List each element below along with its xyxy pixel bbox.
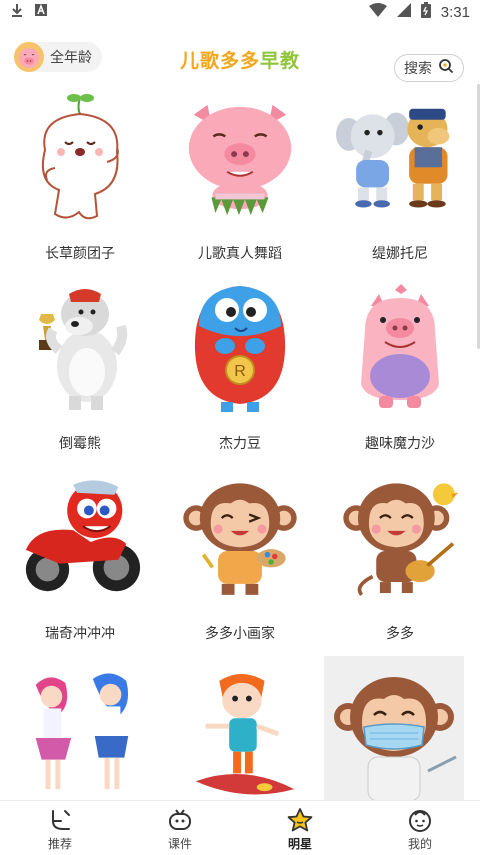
backkom-bear-character-image (16, 280, 144, 420)
brand-char: 教 (280, 50, 301, 72)
download-icon (10, 3, 24, 21)
ricky-motorbike-character-image (16, 470, 144, 610)
tab-label: 我的 (407, 837, 432, 851)
jelly-bean-character-image: R (176, 280, 304, 420)
character-card[interactable]: 倒霉熊 (0, 276, 160, 466)
recommend-icon (46, 807, 74, 833)
brand-char: 多 (219, 50, 240, 72)
battery-icon (420, 2, 431, 22)
fixie-surfer-character-image (176, 664, 304, 800)
wifi-icon (368, 3, 387, 21)
character-card[interactable] (0, 660, 160, 800)
monkey-painter-character-image (176, 470, 304, 610)
character-card[interactable] (160, 660, 320, 800)
brand-char: 早 (260, 50, 281, 72)
notification-icon (34, 3, 48, 21)
brand-char: 儿 (179, 50, 200, 72)
character-card[interactable]: 趣味魔力沙 (320, 276, 480, 466)
magic-sand-pig-character-image (336, 280, 464, 420)
tab-recommend[interactable]: 推荐 (0, 801, 120, 855)
star-icon (286, 807, 314, 833)
character-name: 多多 (386, 626, 414, 642)
tina-tony-character-image (336, 90, 464, 230)
character-card[interactable]: 长草颜团子 (0, 86, 160, 276)
tab-label: 课件 (167, 837, 192, 851)
character-name: 儿歌真人舞蹈 (198, 246, 282, 262)
bottom-tab-bar: 推荐 课件 明星 我的 (0, 800, 480, 855)
tab-label: 明星 (287, 837, 312, 851)
tab-label: 推荐 (47, 837, 72, 851)
character-name: 趣味魔力沙 (365, 436, 435, 452)
magic-girls-character-image (16, 664, 144, 800)
duoduo-monkey-character-image (336, 470, 464, 610)
status-bar: 3:31 (0, 0, 480, 24)
character-card[interactable]: 缇娜托尼 (320, 86, 480, 276)
masked-monkey-doctor-character-image (324, 656, 464, 800)
tab-profile[interactable]: 我的 (360, 801, 480, 855)
character-name: 瑞奇冲冲冲 (45, 626, 115, 642)
app-header: 全年龄 儿歌多多早教 搜索 (0, 24, 480, 88)
character-name: 多多小画家 (205, 626, 275, 642)
search-icon (438, 58, 454, 78)
pig-dancer-character-image (176, 90, 304, 230)
brand-char: 多 (240, 50, 261, 72)
signal-icon (396, 3, 411, 21)
search-label: 搜索 (404, 61, 432, 77)
tab-courseware[interactable]: 课件 (120, 801, 240, 855)
character-name: 杰力豆 (219, 436, 261, 452)
character-card[interactable]: 儿歌真人舞蹈 (160, 86, 320, 276)
character-card[interactable] (320, 656, 480, 800)
character-grid: 长草颜团子 儿歌真人舞蹈 缇娜托尼 倒霉熊 R 杰力豆 趣味魔力沙 瑞奇冲冲冲 … (0, 86, 480, 800)
character-card[interactable]: R 杰力豆 (160, 276, 320, 466)
clock: 3:31 (440, 3, 470, 21)
profile-icon (406, 807, 434, 833)
brand-char: 歌 (199, 50, 220, 72)
character-name: 倒霉熊 (59, 436, 101, 452)
courseware-icon (166, 807, 194, 833)
character-card[interactable]: 多多 (320, 466, 480, 656)
character-card[interactable]: 多多小画家 (160, 466, 320, 656)
tab-stars[interactable]: 明星 (240, 801, 360, 855)
svg-text:R: R (234, 363, 246, 380)
dumpling-character-image (16, 90, 144, 230)
search-button[interactable]: 搜索 (394, 54, 464, 82)
character-card[interactable]: 瑞奇冲冲冲 (0, 466, 160, 656)
character-name: 缇娜托尼 (372, 246, 428, 262)
character-name: 长草颜团子 (45, 246, 115, 262)
